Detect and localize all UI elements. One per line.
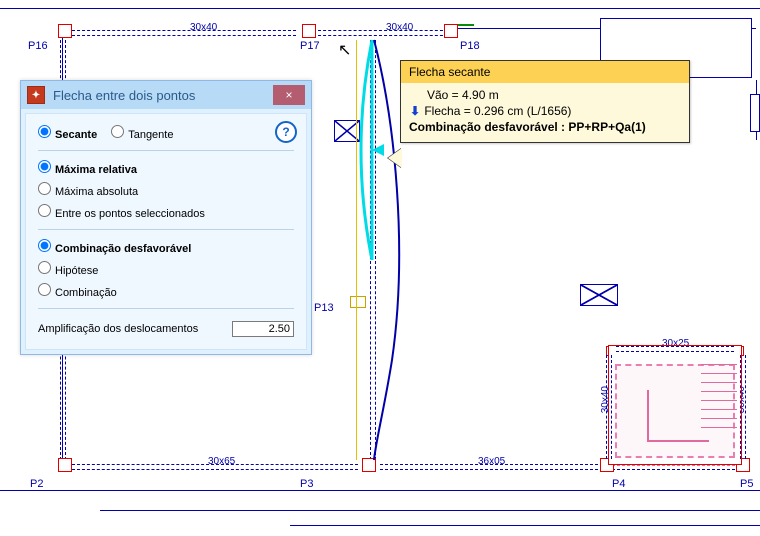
dialog-body: Secante Tangente Máxima relativa Máxima … (25, 113, 307, 350)
line-bot-3 (290, 525, 760, 526)
label-p18: P18 (460, 40, 480, 52)
pillar-p16 (58, 24, 72, 38)
label-p17: P17 (300, 40, 320, 52)
dim-bot-a: 30x65 (208, 456, 235, 467)
pillar-p2 (58, 458, 72, 472)
dim-bot-b: 36x05 (478, 456, 505, 467)
tooltip-pointer (388, 148, 402, 168)
amp-input[interactable] (232, 321, 294, 337)
tooltip-combo: Combinação desfavorável : PP+RP+Qa(1) (409, 119, 681, 135)
amp-label: Amplificação dos deslocamentos (38, 323, 198, 335)
label-p3: P3 (300, 478, 313, 490)
dialog-flecha-dois-pontos[interactable]: ✦ Flecha entre dois pontos × ? Secante T… (20, 80, 312, 355)
radio-max-relativa[interactable]: Máxima relativa (38, 160, 137, 176)
label-p13: P13 (314, 302, 334, 314)
tooltip-vao: Vão = 4.90 m (409, 87, 681, 103)
dialog-title: Flecha entre dois pontos (45, 88, 273, 103)
beam-room-right (740, 355, 746, 459)
line-top-upper (0, 8, 760, 9)
pillar-p17 (302, 24, 316, 38)
dim-top-a: 30x40 (190, 22, 217, 33)
cross-box-2 (580, 284, 618, 306)
label-p2: P2 (30, 478, 43, 490)
beam-room-top (616, 346, 734, 352)
beam-top-left (72, 30, 296, 36)
app-icon: ✦ (27, 86, 45, 104)
radio-combinacao[interactable]: Combinação (38, 283, 117, 299)
close-button[interactable]: × (273, 85, 305, 105)
box-upper-right-small (750, 94, 760, 132)
marker-yellow (350, 296, 366, 308)
help-button[interactable]: ? (275, 121, 297, 143)
pillar-p3 (362, 458, 376, 472)
tooltip-flecha-val: Flecha = 0.296 cm (L/1656) (424, 104, 571, 118)
beam-top-mid (318, 30, 448, 36)
dim-top-b: 30x40 (386, 22, 413, 33)
label-p4: P4 (612, 478, 625, 490)
radio-entre-pontos[interactable]: Entre os pontos seleccionados (38, 204, 205, 220)
label-p16: P16 (28, 40, 48, 52)
cad-canvas[interactable]: P16 P17 P18 P13 P2 P3 P4 P5 P9 P10 30x40… (0, 0, 760, 536)
room-pink (608, 345, 742, 465)
dialog-titlebar[interactable]: ✦ Flecha entre dois pontos × (21, 81, 311, 109)
down-arrow-icon: ⬇ (409, 103, 421, 119)
beam-p3-vert (370, 40, 376, 460)
radio-max-absoluta[interactable]: Máxima absoluta (38, 182, 138, 198)
tooltip-flecha: Flecha secante Vão = 4.90 m ⬇ Flecha = 0… (400, 60, 690, 143)
pillar-p18 (444, 24, 458, 38)
room-pink-shape (647, 390, 709, 442)
line-bot-1 (0, 490, 760, 491)
radio-secante[interactable]: Secante (38, 125, 97, 141)
mouse-cursor-icon: ↖ (338, 40, 351, 60)
tooltip-title: Flecha secante (401, 61, 689, 83)
radio-comb-desf[interactable]: Combinação desfavorável (38, 239, 191, 255)
label-p5: P5 (740, 478, 753, 490)
tooltip-body: Vão = 4.90 m ⬇ Flecha = 0.296 cm (L/1656… (401, 83, 689, 142)
line-bot-2 (100, 510, 760, 511)
beam-room-left (606, 355, 612, 459)
radio-hipotese[interactable]: Hipótese (38, 261, 98, 277)
radio-tangente[interactable]: Tangente (111, 125, 173, 141)
guide-yellow (356, 40, 357, 460)
